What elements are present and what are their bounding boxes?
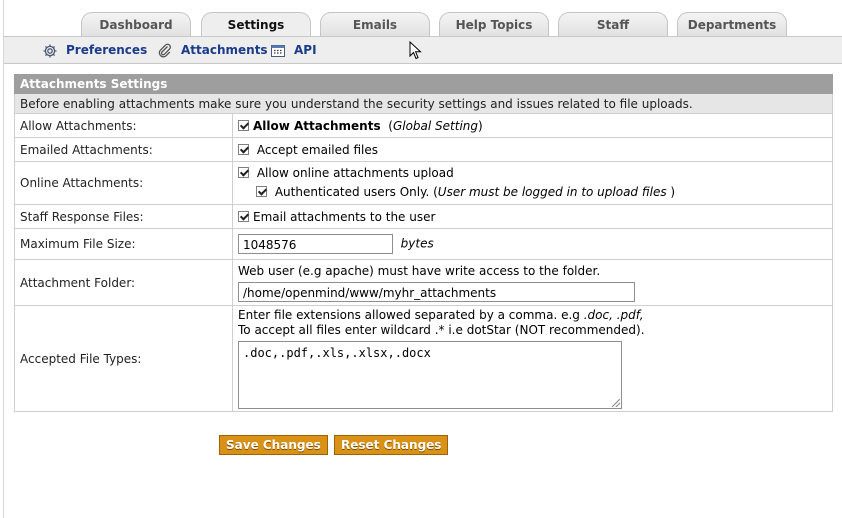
online-attachments-label: Online Attachments:	[14, 161, 233, 205]
emailed-attachments-cell: Accept emailed files	[232, 137, 833, 162]
tab-staff[interactable]: Staff	[558, 12, 668, 36]
allow-attachments-cell: Allow Attachments (Global Setting)	[232, 113, 833, 138]
paperclip-icon	[157, 43, 173, 59]
row-max-file-size: Maximum File Size: 1048576 bytes	[14, 228, 833, 260]
emailed-attachments-label: Emailed Attachments:	[14, 137, 233, 162]
allow-attachments-label: Allow Attachments:	[14, 113, 233, 138]
authenticated-only-label: Authenticated users Only.	[274, 185, 430, 199]
max-file-size-input[interactable]: 1048576	[238, 234, 393, 254]
online-attachments-cell: Allow online attachments upload Authenti…	[232, 161, 833, 205]
row-staff-response-files: Staff Response Files: Email attachments …	[14, 204, 833, 229]
tab-emails[interactable]: Emails	[320, 12, 430, 36]
subnav-preferences[interactable]: Preferences	[42, 37, 147, 63]
accepted-file-types-cell: Enter file extensions allowed separated …	[232, 305, 833, 412]
tab-settings[interactable]: Settings	[201, 12, 311, 37]
mouse-cursor-icon	[409, 40, 423, 64]
online-attachments-checkbox[interactable]	[238, 167, 249, 178]
save-changes-button[interactable]: Save Changes	[219, 435, 328, 455]
online-attachments-checkbox-label: Allow online attachments upload	[256, 166, 454, 180]
staff-response-files-cell: Email attachments to the user	[232, 204, 833, 229]
settings-subnav: Preferences Attachments API	[4, 36, 842, 64]
bytes-unit-label: bytes	[400, 236, 434, 251]
emailed-attachments-checkbox[interactable]	[238, 143, 249, 155]
subnav-attachments[interactable]: Attachments	[157, 37, 268, 63]
row-accepted-file-types: Accepted File Types: Enter file extensio…	[14, 305, 833, 412]
attachment-folder-cell: Web user (e.g apache) must have write ac…	[232, 259, 833, 306]
api-icon	[270, 43, 286, 59]
accepted-file-types-textarea[interactable]: .doc,.pdf,.xls,.xlsx,.docx	[238, 341, 622, 409]
reset-changes-button[interactable]: Reset Changes	[334, 435, 449, 455]
file-types-help-line1: Enter file extensions allowed separated …	[238, 308, 644, 322]
attachment-folder-label: Attachment Folder:	[14, 259, 233, 306]
tab-dashboard[interactable]: Dashboard	[81, 12, 191, 36]
global-setting-note: (Global Setting)	[388, 118, 483, 133]
max-file-size-cell: 1048576 bytes	[232, 228, 833, 260]
subnav-api[interactable]: API	[270, 37, 317, 63]
attachment-folder-help: Web user (e.g apache) must have write ac…	[238, 264, 601, 278]
row-allow-attachments: Allow Attachments: Allow Attachments (Gl…	[14, 113, 833, 138]
attachment-folder-input[interactable]: /home/openmind/www/myhr_attachments	[238, 282, 635, 302]
allow-attachments-checkbox-label: Allow Attachments	[253, 118, 381, 133]
max-file-size-label: Maximum File Size:	[14, 228, 233, 260]
row-emailed-attachments: Emailed Attachments: Accept emailed file…	[14, 137, 833, 162]
staff-response-files-label: Staff Response Files:	[14, 204, 233, 229]
accepted-file-types-value: .doc,.pdf,.xls,.xlsx,.docx	[243, 346, 431, 360]
allow-attachments-checkbox[interactable]	[238, 119, 249, 131]
authenticated-only-checkbox[interactable]	[256, 186, 267, 197]
accepted-file-types-label: Accepted File Types:	[14, 305, 233, 412]
subnav-api-label: API	[294, 43, 317, 57]
resize-grip-icon[interactable]	[612, 399, 620, 407]
subnav-attachments-label: Attachments	[181, 43, 268, 57]
authenticated-only-note: (User must be logged in to upload files …	[433, 185, 676, 199]
section-intro: Before enabling attachments make sure yo…	[14, 93, 833, 114]
tab-help-topics[interactable]: Help Topics	[439, 12, 549, 36]
section-title: Attachments Settings	[14, 74, 833, 94]
file-types-help-line2: To accept all files enter wildcard .* i.…	[238, 323, 645, 337]
subnav-preferences-label: Preferences	[66, 43, 148, 57]
tab-departments[interactable]: Departments	[677, 12, 787, 36]
email-attachments-checkbox[interactable]	[238, 210, 249, 222]
gear-icon	[42, 43, 58, 59]
attachments-settings-table: Attachments Settings Before enabling att…	[14, 74, 833, 412]
row-attachment-folder: Attachment Folder: Web user (e.g apache)…	[14, 259, 833, 306]
emailed-attachments-checkbox-label: Accept emailed files	[256, 142, 378, 157]
row-online-attachments: Online Attachments: Allow online attachm…	[14, 161, 833, 205]
email-attachments-checkbox-label: Email attachments to the user	[253, 209, 436, 224]
